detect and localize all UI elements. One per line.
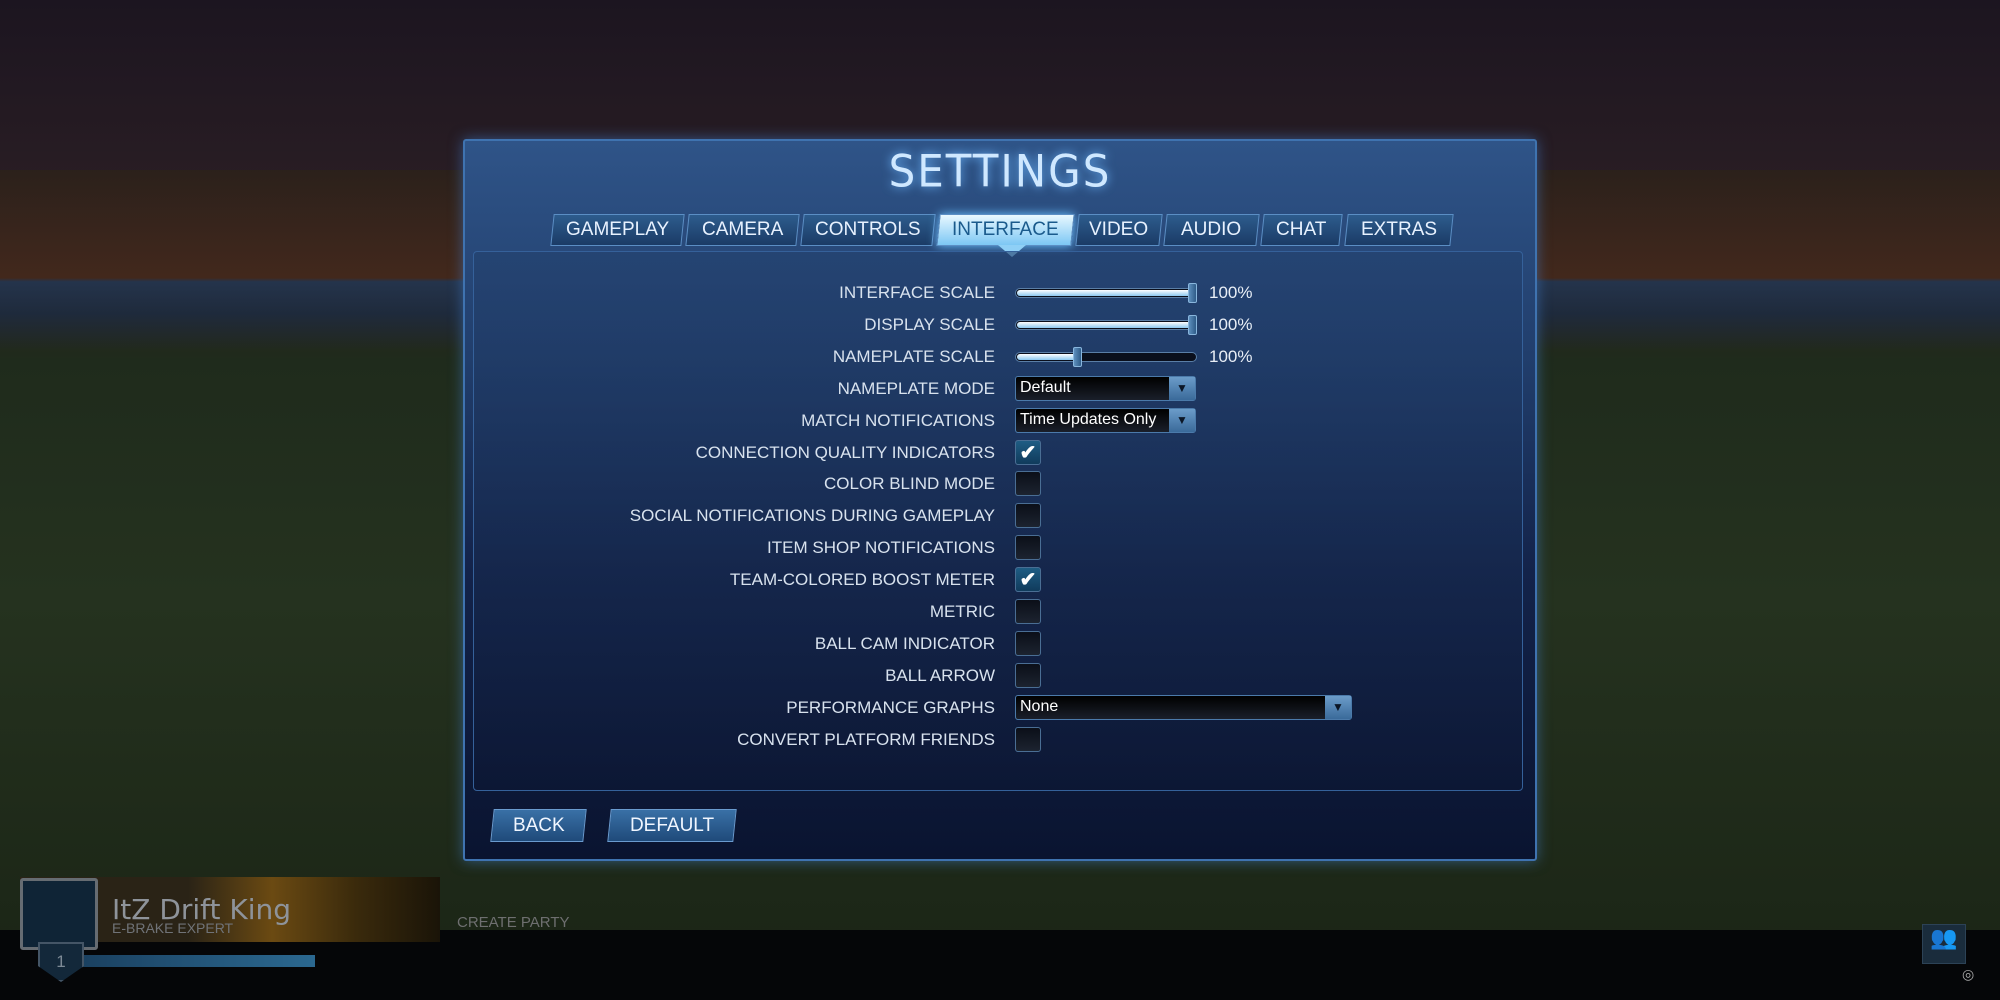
- ball-cam-indicator-checkbox[interactable]: [1015, 630, 1041, 656]
- chevron-down-icon: ▼: [1169, 408, 1195, 432]
- setting-row-display_scale: DISPLAY SCALE 100%: [474, 311, 1522, 339]
- default-button[interactable]: DEFAULT: [607, 809, 737, 842]
- setting-label: CONNECTION QUALITY INDICATORS: [695, 442, 995, 462]
- setting-label: NAMEPLATE SCALE: [832, 346, 995, 366]
- setting-row-connection-quality-indicators: CONNECTION QUALITY INDICATORS ✔: [474, 439, 1522, 467]
- friends-icon[interactable]: 👥: [1922, 924, 1966, 964]
- ball-arrow-checkbox[interactable]: [1015, 662, 1041, 688]
- social-notifications-during-gameplay-checkbox[interactable]: [1015, 503, 1041, 529]
- tab-video[interactable]: VIDEO: [1075, 214, 1163, 246]
- item-shop-notifications-checkbox[interactable]: [1015, 535, 1041, 561]
- setting-row-metric: METRIC: [474, 598, 1522, 626]
- team-colored-boost-meter-checkbox[interactable]: ✔: [1015, 567, 1041, 593]
- setting-row-convert-platform-friends: CONVERT PLATFORM FRIENDS: [474, 726, 1522, 754]
- setting-label: DISPLAY SCALE: [864, 314, 995, 334]
- setting-row-ball-arrow: BALL ARROW: [474, 662, 1522, 690]
- setting-row-ball-cam-indicator: BALL CAM INDICATOR: [474, 630, 1522, 658]
- tab-controls[interactable]: CONTROLS: [800, 214, 936, 246]
- page-title: SETTINGS: [888, 145, 1112, 198]
- slider-handle[interactable]: [1072, 346, 1082, 367]
- slider-handle[interactable]: [1188, 283, 1197, 303]
- tab-camera[interactable]: CAMERA: [685, 214, 800, 246]
- setting-row-team-colored-boost-meter: TEAM-COLORED BOOST METER ✔: [474, 566, 1522, 594]
- setting-row-performance_graphs: PERFORMANCE GRAPHS None ▼: [474, 694, 1522, 722]
- nameplate_scale-slider[interactable]: [1015, 346, 1197, 367]
- setting-label: CONVERT PLATFORM FRIENDS: [737, 729, 995, 749]
- setting-label: ITEM SHOP NOTIFICATIONS: [767, 538, 995, 558]
- slider-value: 100%: [1209, 314, 1253, 334]
- setting-row-color-blind-mode: COLOR BLIND MODE: [474, 470, 1522, 498]
- slider-fill: [1017, 321, 1195, 328]
- xp-bar: [80, 955, 315, 967]
- slider-handle[interactable]: [1188, 314, 1197, 335]
- tab-gameplay[interactable]: GAMEPLAY: [550, 214, 685, 246]
- setting-row-match_notifications: MATCH NOTIFICATIONS Time Updates Only ▼: [474, 407, 1522, 435]
- checkmark-icon: ✔: [1019, 441, 1037, 464]
- player-title: E-BRAKE EXPERT: [112, 920, 234, 936]
- back-button[interactable]: BACK: [490, 809, 587, 842]
- setting-row-item-shop-notifications: ITEM SHOP NOTIFICATIONS: [474, 534, 1522, 562]
- setting-label: METRIC: [929, 602, 995, 621]
- connection-quality-indicators-checkbox[interactable]: ✔: [1015, 439, 1041, 465]
- metric-checkbox[interactable]: [1015, 599, 1041, 624]
- setting-label: BALL CAM INDICATOR: [814, 633, 995, 653]
- settings-panel: SETTINGS GAMEPLAY CAMERA CONTROLS INTERFACE…: [463, 139, 1537, 861]
- slider-value: 100%: [1209, 283, 1253, 302]
- setting-label: COLOR BLIND MODE: [824, 474, 995, 494]
- setting-row-social-notifications-during-gameplay: SOCIAL NOTIFICATIONS DURING GAMEPLAY: [474, 502, 1522, 530]
- chevron-down-icon: ▼: [1169, 376, 1195, 400]
- tab-chat[interactable]: CHAT: [1260, 214, 1343, 246]
- setting-row-interface_scale: INTERFACE SCALE 100%: [474, 279, 1522, 307]
- setting-label: NAMEPLATE MODE: [837, 378, 995, 398]
- settings-list: INTERFACE SCALE 100% DISPLAY SCALE 100% NAME…: [473, 251, 1523, 791]
- convert-platform-friends-checkbox[interactable]: [1015, 726, 1041, 752]
- slider-fill: [1017, 290, 1195, 296]
- interface_scale-slider[interactable]: [1015, 283, 1197, 303]
- setting-label: TEAM-COLORED BOOST METER: [729, 570, 995, 590]
- cursor-icon: ◎: [1962, 966, 1975, 982]
- setting-row-nameplate_scale: NAMEPLATE SCALE 100%: [474, 343, 1522, 371]
- setting-label: INTERFACE SCALE: [839, 283, 995, 302]
- nameplate_mode-dropdown[interactable]: Default ▼: [1015, 375, 1196, 401]
- match_notifications-dropdown[interactable]: Time Updates Only ▼: [1015, 407, 1196, 433]
- checkmark-icon: ✔: [1019, 569, 1037, 592]
- slider-value: 100%: [1209, 346, 1253, 366]
- tab-audio[interactable]: AUDIO: [1163, 214, 1260, 246]
- setting-label: BALL ARROW: [885, 665, 995, 685]
- color-blind-mode-checkbox[interactable]: [1015, 471, 1041, 497]
- chevron-down-icon: ▼: [1325, 695, 1351, 719]
- setting-label: MATCH NOTIFICATIONS: [801, 410, 995, 430]
- display_scale-slider[interactable]: [1015, 314, 1197, 335]
- create-party-button[interactable]: CREATE PARTY: [457, 914, 570, 931]
- performance_graphs-dropdown[interactable]: None ▼: [1015, 694, 1352, 720]
- setting-label: SOCIAL NOTIFICATIONS DURING GAMEPLAY: [629, 506, 995, 526]
- setting-row-nameplate_mode: NAMEPLATE MODE Default ▼: [474, 375, 1522, 403]
- avatar[interactable]: [20, 878, 98, 950]
- tab-extras[interactable]: EXTRAS: [1344, 214, 1454, 246]
- slider-fill: [1017, 353, 1076, 360]
- setting-label: PERFORMANCE GRAPHS: [786, 697, 995, 717]
- tab-interface[interactable]: INTERFACE: [936, 214, 1075, 246]
